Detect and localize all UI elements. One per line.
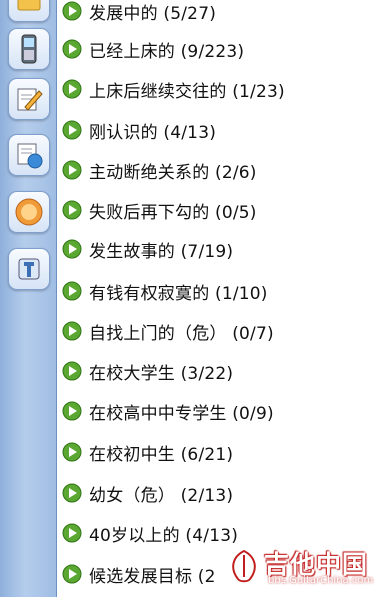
group-label: 发生故事的 (7/19) — [89, 241, 234, 262]
group-row[interactable]: 自找上门的（危） (0/7) — [58, 316, 378, 346]
group-label: 在校大学生 (3/22) — [89, 363, 234, 384]
group-row[interactable]: 发展中的 (5/27) — [58, 0, 378, 26]
edit-icon[interactable] — [8, 78, 50, 120]
group-label: 有钱有权寂寞的 (1/10) — [89, 283, 268, 304]
group-row[interactable]: 在校大学生 (3/22) — [58, 356, 378, 386]
group-label: 上床后继续交往的 (1/23) — [89, 81, 285, 102]
expand-arrow-icon — [62, 564, 82, 584]
group-row[interactable]: 在校高中中专学生 (0/9) — [58, 396, 378, 426]
group-label: 候选发展目标 (2 — [89, 566, 216, 587]
group-row[interactable]: 已经上床的 (9/223) — [58, 34, 378, 64]
group-row[interactable]: 在校初中生 (6/21) — [58, 437, 378, 467]
expand-arrow-icon — [62, 79, 82, 99]
group-row[interactable]: 幼女（危） (2/13) — [58, 478, 378, 508]
group-label: 幼女（危） (2/13) — [89, 485, 234, 506]
group-row[interactable]: 上床后继续交往的 (1/23) — [58, 74, 378, 104]
group-label: 主动断绝关系的 (2/6) — [89, 162, 257, 183]
tools-icon[interactable] — [8, 248, 50, 290]
expand-arrow-icon — [62, 120, 82, 140]
folder-icon[interactable] — [8, 0, 50, 22]
group-row[interactable]: 发生故事的 (7/19) — [58, 234, 378, 264]
contacts-globe-icon[interactable] — [8, 134, 50, 176]
expand-arrow-icon — [62, 361, 82, 381]
group-label: 在校高中中专学生 (0/9) — [89, 403, 274, 424]
group-label: 失败后再下勾的 (0/5) — [89, 202, 257, 223]
expand-arrow-icon — [62, 160, 82, 180]
expand-arrow-icon — [62, 39, 82, 59]
expand-arrow-icon — [62, 281, 82, 301]
expand-arrow-icon — [62, 200, 82, 220]
watermark-url: bbs.GuitarChina.com — [268, 575, 374, 586]
watermark: 吉他中国 bbs.GuitarChina.com — [224, 545, 374, 591]
group-row[interactable]: 刚认识的 (4/13) — [58, 115, 378, 145]
group-row[interactable]: 有钱有权寂寞的 (1/10) — [58, 276, 378, 306]
expand-arrow-icon — [62, 401, 82, 421]
group-row[interactable]: 40岁以上的 (4/13) — [58, 518, 378, 548]
group-list: 发展中的 (5/27) 已经上床的 (9/223) 上床后继续交往的 (1/23… — [58, 0, 378, 597]
expand-arrow-icon — [62, 321, 82, 341]
guitar-logo-icon — [232, 549, 256, 583]
group-row[interactable]: 主动断绝关系的 (2/6) — [58, 155, 378, 185]
group-label: 自找上门的（危） (0/7) — [89, 323, 274, 344]
group-label: 发展中的 (5/27) — [89, 3, 217, 24]
expand-arrow-icon — [62, 523, 82, 543]
phone-icon[interactable] — [8, 28, 50, 70]
group-label: 在校初中生 (6/21) — [89, 444, 234, 465]
expand-arrow-icon — [62, 483, 82, 503]
group-label: 已经上床的 (9/223) — [89, 41, 245, 62]
group-row[interactable]: 失败后再下勾的 (0/5) — [58, 195, 378, 225]
sidebar — [0, 0, 57, 597]
expand-arrow-icon — [62, 239, 82, 259]
treasure-icon[interactable] — [8, 191, 50, 233]
group-label: 刚认识的 (4/13) — [89, 122, 217, 143]
group-label: 40岁以上的 (4/13) — [89, 525, 239, 546]
expand-arrow-icon — [62, 1, 82, 21]
expand-arrow-icon — [62, 442, 82, 462]
